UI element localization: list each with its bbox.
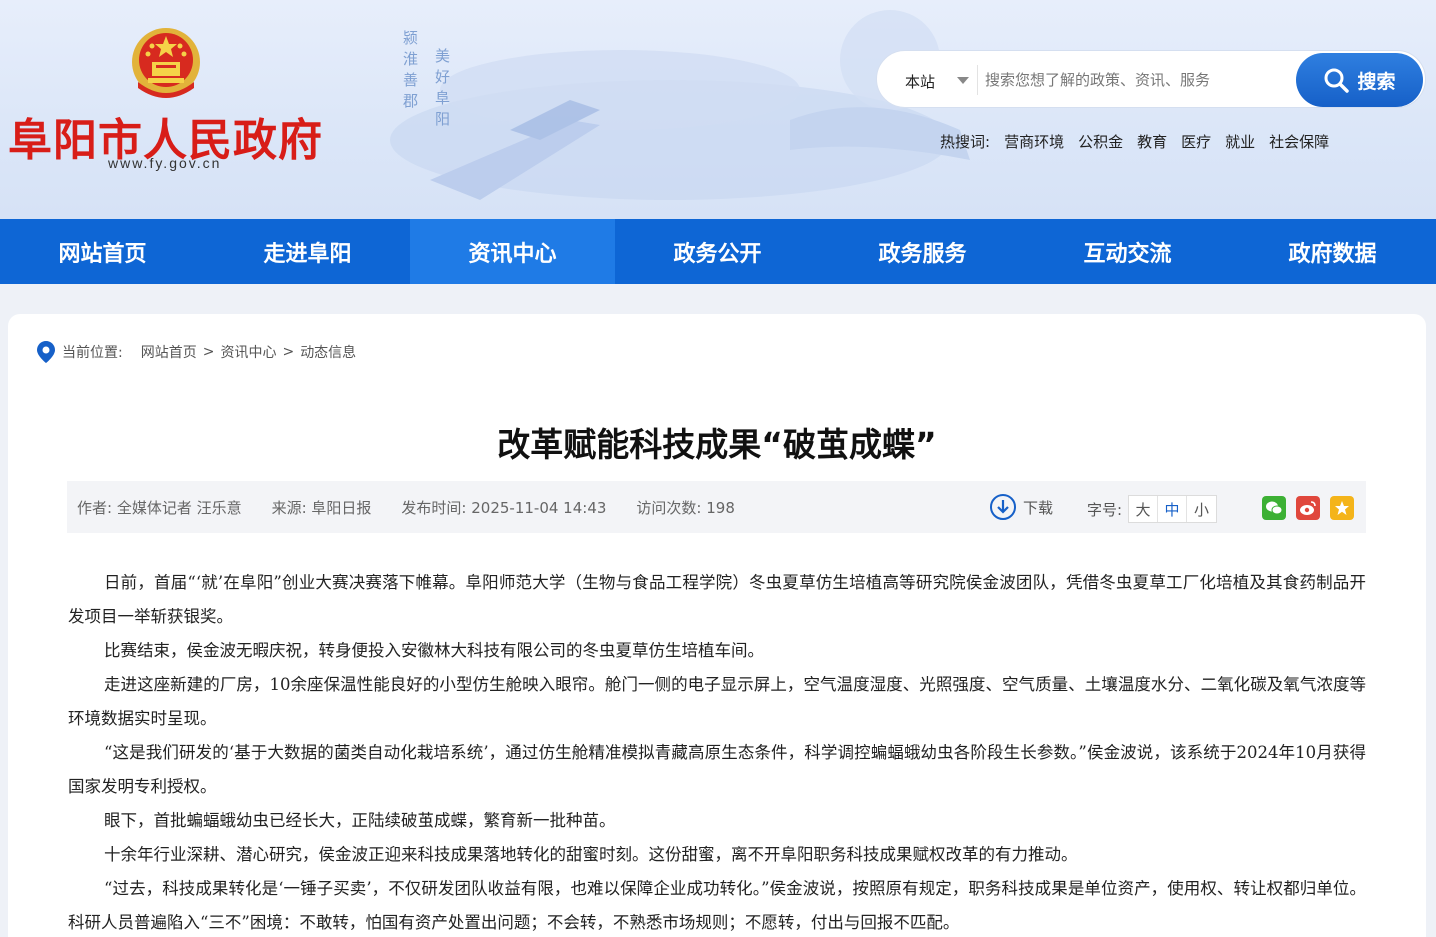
slogan-line-2: 美好阜阳 [433, 48, 451, 132]
chevron-down-icon[interactable] [957, 77, 969, 84]
breadcrumb-item-home[interactable]: 网站首页 [141, 342, 197, 362]
hot-word[interactable]: 就业 [1225, 131, 1255, 152]
search-box: 本站 搜索 [876, 50, 1426, 108]
wechat-share-icon[interactable] [1262, 496, 1286, 520]
hot-word[interactable]: 医疗 [1181, 131, 1211, 152]
hot-word[interactable]: 营商环境 [1004, 131, 1064, 152]
nav-item-gov-affairs-open[interactable]: 政务公开 [615, 219, 820, 284]
article-paragraph: 日前，首届“‘就’在阜阳”创业大赛决赛落下帷幕。阜阳师范大学（生物与食品工程学院… [68, 573, 1366, 626]
article-author: 作者: 全媒体记者 汪乐意 [77, 499, 242, 517]
breadcrumb-separator: > [282, 344, 295, 360]
breadcrumb-item-news-center[interactable]: 资讯中心 [220, 342, 276, 362]
hot-search-label: 热搜词: [940, 133, 991, 151]
favorite-star-icon[interactable] [1330, 496, 1354, 520]
font-size-medium-button[interactable]: 中 [1158, 496, 1188, 522]
article-meta-bar: 作者: 全媒体记者 汪乐意 来源: 阜阳日报 发布时间: 2025-11-04 … [67, 481, 1366, 533]
article-visit-count: 访问次数: 198 [636, 499, 735, 517]
share-buttons [1262, 496, 1354, 520]
article-paragraph: “过去，科技成果转化是‘一锤子买卖’，不仅研发团队收益有限，也难以保障企业成功转… [68, 879, 1366, 932]
hot-word[interactable]: 教育 [1137, 131, 1167, 152]
search-input[interactable] [985, 63, 1285, 97]
article-publish-time: 发布时间: 2025-11-04 14:43 [401, 499, 607, 517]
article-card: 当前位置: 网站首页 > 资讯中心 > 动态信息 改革赋能科技成果“破茧成蝶” … [8, 314, 1426, 937]
article-title: 改革赋能科技成果“破茧成蝶” [497, 425, 937, 464]
hot-search-words: 热搜词: 营商环境 公积金 教育 医疗 就业 社会保障 [940, 131, 1329, 152]
nav-item-news-center[interactable]: 资讯中心 [410, 219, 615, 284]
nav-item-about-fuyang[interactable]: 走进阜阳 [205, 219, 410, 284]
divider [977, 65, 978, 95]
download-icon [990, 494, 1016, 520]
site-header: 阜阳市人民政府 www.fy.gov.cn 颍淮善郡 美好阜阳 本站 搜索 热搜… [0, 0, 1436, 219]
breadcrumb-item-dynamic-info[interactable]: 动态信息 [300, 342, 356, 362]
slogan-line-1: 颍淮善郡 [401, 30, 419, 114]
nav-item-gov-services[interactable]: 政务服务 [820, 219, 1025, 284]
weibo-share-icon[interactable] [1296, 496, 1320, 520]
font-size-label: 字号: [1087, 500, 1123, 519]
article-body: 日前，首届“‘就’在阜阳”创业大赛决赛落下帷幕。阜阳师范大学（生物与食品工程学院… [68, 566, 1366, 937]
site-url: www.fy.gov.cn [108, 155, 222, 171]
national-emblem-icon [132, 28, 200, 98]
article-paragraph: “这是我们研发的‘基于大数据的菌类自动化栽培系统’，通过仿生舱精准模拟青藏高原生… [68, 743, 1366, 796]
search-scope-select[interactable]: 本站 [905, 71, 935, 92]
article-paragraph: 眼下，首批蝙蝠蛾幼虫已经长大，正陆续破茧成蝶，繁育新一批种苗。 [104, 811, 616, 830]
download-label: 下载 [1023, 498, 1054, 517]
font-size-large-button[interactable]: 大 [1129, 496, 1159, 522]
breadcrumb-separator: > [202, 344, 215, 360]
breadcrumb: 当前位置: 网站首页 > 资讯中心 > 动态信息 [36, 340, 356, 364]
hot-word[interactable]: 社会保障 [1269, 131, 1329, 152]
article-paragraph: 十余年行业深耕、潜心研究，侯金波正迎来科技成果落地转化的甜蜜时刻。这份甜蜜，离不… [104, 845, 1078, 864]
font-size-control: 字号: 大 中 小 [1087, 495, 1218, 523]
font-size-small-button[interactable]: 小 [1187, 496, 1216, 522]
hot-word[interactable]: 公积金 [1078, 131, 1123, 152]
nav-item-home[interactable]: 网站首页 [0, 219, 205, 284]
article-source: 来源: 阜阳日报 [271, 499, 372, 517]
search-button-label: 搜索 [1357, 70, 1396, 93]
search-icon [1324, 68, 1350, 93]
nav-item-gov-data[interactable]: 政府数据 [1230, 219, 1435, 284]
article-paragraph: 比赛结束，侯金波无暇庆祝，转身便投入安徽林大科技有限公司的冬虫夏草仿生培植车间。 [104, 641, 764, 660]
location-pin-icon [37, 341, 55, 363]
search-button[interactable]: 搜索 [1296, 53, 1423, 107]
breadcrumb-label: 当前位置: [62, 345, 123, 361]
city-scenery-background [390, 10, 970, 200]
main-nav: 网站首页 走进阜阳 资讯中心 政务公开 政务服务 互动交流 政府数据 [0, 219, 1436, 284]
download-button[interactable]: 下载 [989, 493, 1053, 521]
nav-item-interaction[interactable]: 互动交流 [1025, 219, 1230, 284]
article-paragraph: 走进这座新建的厂房，10余座保温性能良好的小型仿生舱映入眼帘。舱门一侧的电子显示… [68, 675, 1366, 728]
